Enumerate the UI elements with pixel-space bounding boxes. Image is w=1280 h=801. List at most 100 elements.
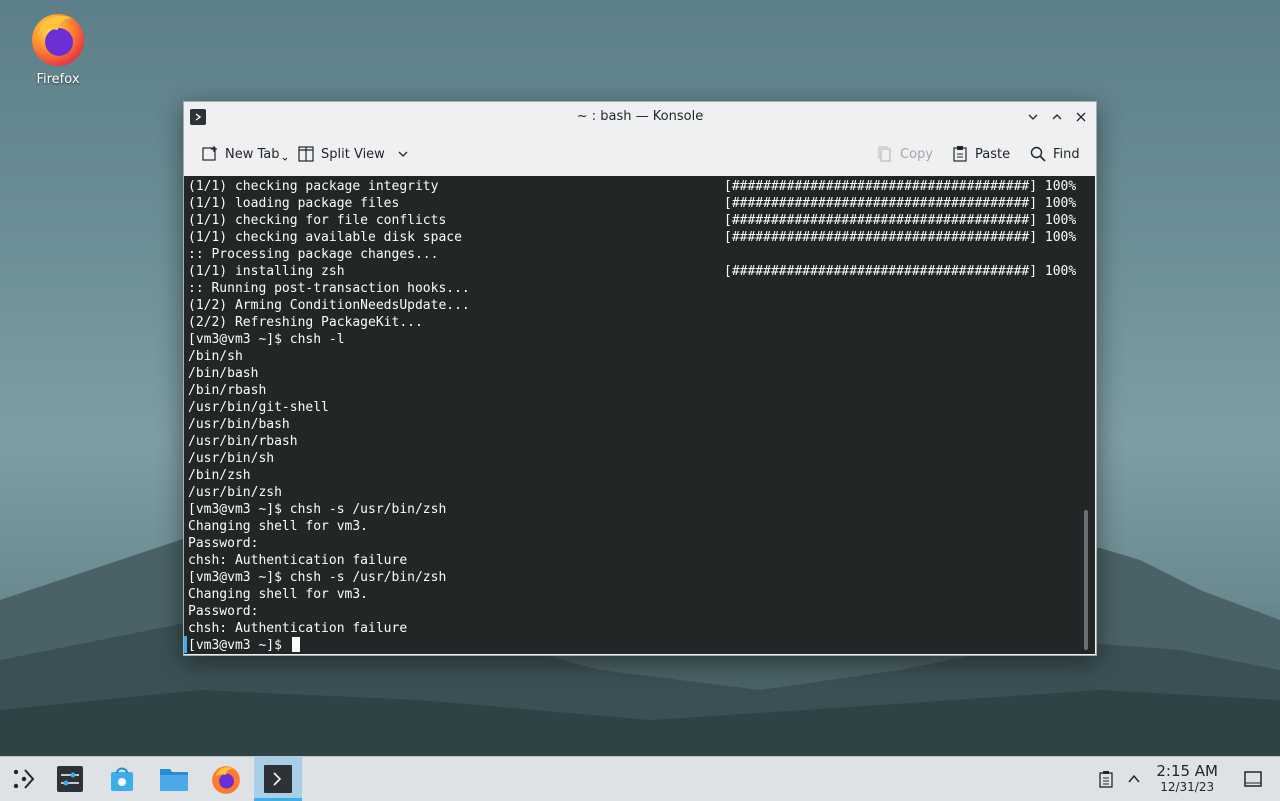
- terminal-progress-text: [######################################]…: [724, 264, 1077, 279]
- terminal-line: /bin/bash: [188, 365, 1071, 382]
- terminal-line: Changing shell for vm3.: [188, 586, 1071, 603]
- terminal-progress-text: [######################################]…: [724, 213, 1077, 228]
- terminal-line: /usr/bin/git-shell: [188, 399, 1071, 416]
- terminal-line: /usr/bin/rbash: [188, 433, 1071, 450]
- split-view-button[interactable]: Split View: [297, 144, 409, 164]
- taskbar-discover[interactable]: [98, 757, 146, 801]
- terminal-line: Password:: [188, 535, 1071, 552]
- terminal-line-text: Password:: [188, 604, 259, 619]
- close-button[interactable]: [1072, 108, 1090, 126]
- split-view-label: Split View: [321, 146, 385, 162]
- digital-clock[interactable]: 2:15 AM 12/31/23: [1156, 763, 1218, 795]
- terminal-line: [vm3@vm3 ~]$ chsh -l: [188, 331, 1071, 348]
- taskbar-file-manager[interactable]: [150, 757, 198, 801]
- terminal-view[interactable]: (1/1) checking package integrity [#######…: [184, 176, 1095, 654]
- terminal-line-text: /usr/bin/sh: [188, 451, 275, 466]
- terminal-line-text: (1/1) installing zsh: [188, 264, 345, 279]
- taskbar-system-settings[interactable]: [46, 757, 94, 801]
- terminal-prompt-line[interactable]: [vm3@vm3 ~]$: [188, 637, 1071, 654]
- terminal-progress-text: [######################################]…: [724, 179, 1077, 194]
- taskbar: 2:15 AM 12/31/23: [0, 756, 1280, 801]
- terminal-line: /usr/bin/bash: [188, 416, 1071, 433]
- terminal-line-text: chsh: Authentication failure: [188, 621, 408, 636]
- terminal-line-text: Password:: [188, 536, 259, 551]
- terminal-line-text: /usr/bin/zsh: [188, 485, 282, 500]
- system-settings-icon: [57, 766, 83, 792]
- chevron-down-icon: [398, 151, 408, 157]
- terminal-progress-text: [######################################]…: [724, 230, 1077, 245]
- application-launcher-icon: [13, 769, 35, 789]
- terminal-line: (1/1) checking available disk space [####…: [188, 229, 1076, 246]
- terminal-line: [vm3@vm3 ~]$ chsh -s /usr/bin/zsh: [188, 569, 1071, 586]
- terminal-line: (1/2) Arming ConditionNeedsUpdate...: [188, 297, 1071, 314]
- terminal-line-text: /usr/bin/rbash: [188, 434, 298, 449]
- terminal-line-text: (1/2) Arming ConditionNeedsUpdate...: [188, 298, 470, 313]
- show-hidden-icons-button[interactable]: [1124, 769, 1144, 789]
- copy-button[interactable]: Copy: [876, 144, 933, 164]
- terminal-line: [vm3@vm3 ~]$ chsh -s /usr/bin/zsh: [188, 501, 1071, 518]
- terminal-line: /bin/zsh: [188, 467, 1071, 484]
- paste-label: Paste: [975, 146, 1011, 162]
- terminal-line-text: (2/2) Refreshing PackageKit...: [188, 315, 423, 330]
- terminal-line-text: [vm3@vm3 ~]$ chsh -s /usr/bin/zsh: [188, 570, 447, 585]
- chevron-down-icon: [282, 157, 287, 161]
- desktop-icon-label: Firefox: [36, 72, 80, 87]
- window-title: ~ : bash — Konsole: [576, 109, 704, 124]
- new-tab-icon: [202, 146, 217, 161]
- new-tab-button[interactable]: New Tab: [201, 144, 288, 164]
- terminal-line-text: chsh: Authentication failure: [188, 553, 408, 568]
- terminal-line-text: /usr/bin/git-shell: [188, 400, 329, 415]
- desktop-icon-firefox[interactable]: Firefox: [18, 8, 98, 87]
- terminal-line-text: /bin/sh: [188, 349, 243, 364]
- show-desktop-icon: [1244, 771, 1262, 787]
- find-label: Find: [1053, 146, 1080, 162]
- split-view-icon: [298, 146, 314, 162]
- prompt-marker: [184, 636, 187, 653]
- text-cursor: [291, 637, 300, 652]
- terminal-line-text: (1/1) checking package integrity: [188, 179, 439, 194]
- terminal-line-text: Changing shell for vm3.: [188, 519, 369, 534]
- terminal-line: :: Running post-transaction hooks...: [188, 280, 1071, 297]
- file-manager-icon: [160, 769, 188, 791]
- clock-date: 12/31/23: [1160, 780, 1215, 794]
- terminal-line: (1/1) checking package integrity [#######…: [188, 178, 1076, 195]
- find-button[interactable]: Find: [1029, 144, 1080, 164]
- application-launcher-button[interactable]: [0, 757, 48, 801]
- discover-store-icon: [111, 767, 133, 791]
- konsole-window: ~ : bash — Konsole New Tab Split View Co…: [183, 101, 1097, 656]
- title-bar[interactable]: ~ : bash — Konsole: [184, 102, 1096, 132]
- paste-icon: [953, 146, 967, 162]
- terminal-line: :: Processing package changes...: [188, 246, 1071, 263]
- terminal-line: /bin/rbash: [188, 382, 1071, 399]
- clipboard-tray-button[interactable]: [1096, 769, 1116, 789]
- minimize-button[interactable]: [1024, 108, 1042, 126]
- chevron-up-icon: [1052, 114, 1062, 120]
- taskbar-konsole[interactable]: [254, 757, 302, 801]
- terminal-line: /bin/sh: [188, 348, 1071, 365]
- clipboard-icon: [1099, 771, 1113, 788]
- terminal-line: (1/1) installing zsh [###################…: [188, 263, 1076, 280]
- terminal-line-text: (1/1) loading package files: [188, 196, 400, 211]
- maximize-button[interactable]: [1048, 108, 1066, 126]
- terminal-progress-text: [######################################]…: [724, 196, 1077, 211]
- toolbar: New Tab Split View Copy Paste Find: [184, 132, 1096, 176]
- new-tab-label: New Tab: [225, 146, 280, 162]
- show-desktop-button[interactable]: [1243, 769, 1263, 789]
- search-icon: [1030, 146, 1046, 162]
- paste-button[interactable]: Paste: [951, 144, 1010, 164]
- terminal-line-text: /bin/bash: [188, 366, 259, 381]
- terminal-line: /usr/bin/sh: [188, 450, 1071, 467]
- terminal-line: (1/1) checking for file conflicts [######…: [188, 212, 1076, 229]
- terminal-scrollbar[interactable]: [1084, 510, 1088, 650]
- terminal-line-text: (1/1) checking for file conflicts: [188, 213, 447, 228]
- firefox-icon: [212, 766, 240, 794]
- terminal-line-text: :: Running post-transaction hooks...: [188, 281, 470, 296]
- terminal-line: Changing shell for vm3.: [188, 518, 1071, 535]
- terminal-output: (1/1) checking package integrity [#######…: [188, 178, 1076, 654]
- terminal-line-text: (1/1) checking available disk space: [188, 230, 462, 245]
- taskbar-firefox[interactable]: [202, 757, 250, 801]
- terminal-line-text: /usr/bin/bash: [188, 417, 290, 432]
- terminal-line: (1/1) loading package files [############…: [188, 195, 1076, 212]
- terminal-line-text: [vm3@vm3 ~]$ chsh -s /usr/bin/zsh: [188, 502, 447, 517]
- copy-icon: [878, 146, 891, 162]
